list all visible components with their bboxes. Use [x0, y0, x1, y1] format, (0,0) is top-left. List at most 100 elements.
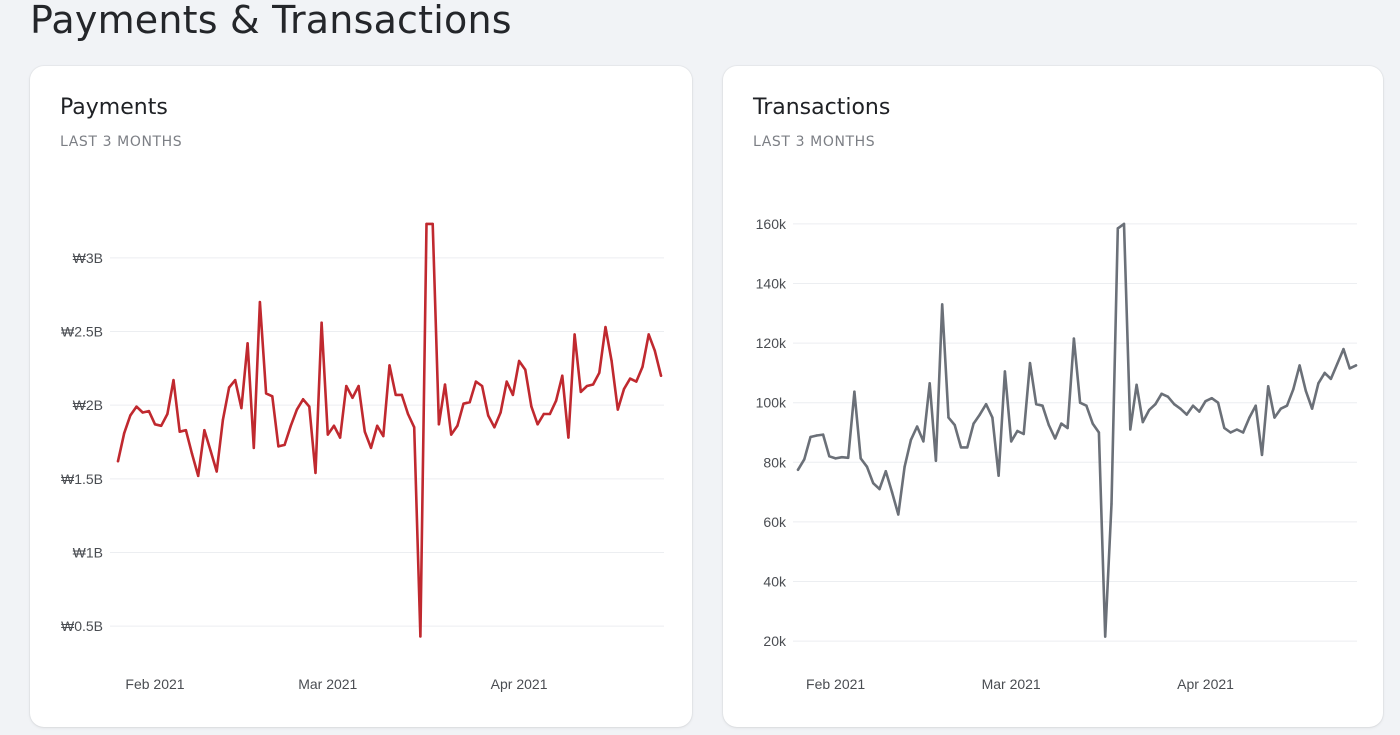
payments-data-point — [382, 434, 385, 438]
payments-x-tick-label: Mar 2021 — [298, 676, 357, 692]
transactions-data-point — [1254, 404, 1257, 407]
transactions-data-point — [840, 456, 844, 459]
transactions-data-point — [941, 303, 944, 306]
transactions-data-point — [1104, 635, 1107, 638]
payments-data-point — [499, 411, 502, 414]
payments-data-point — [338, 436, 342, 439]
transactions-data-point — [809, 435, 812, 439]
transactions-data-point — [959, 446, 963, 449]
transactions-data-point — [834, 457, 837, 460]
payments-data-point — [221, 418, 225, 422]
transactions-data-point — [878, 487, 881, 491]
payments-data-point — [135, 405, 138, 408]
transactions-data-point — [922, 440, 925, 443]
transactions-data-point — [1292, 388, 1295, 391]
transactions-data-point — [803, 458, 806, 461]
payments-data-point — [258, 300, 262, 304]
payments-data-point — [635, 380, 638, 383]
transactions-data-point — [1110, 502, 1113, 506]
payments-data-point — [332, 424, 336, 427]
transactions-data-point — [1335, 362, 1339, 366]
transactions-data-point — [890, 490, 894, 494]
transactions-data-point — [1260, 453, 1264, 457]
payments-data-point — [573, 333, 576, 336]
payments-data-point — [246, 342, 249, 345]
transactions-data-point — [1066, 426, 1069, 430]
payments-data-point — [591, 383, 595, 386]
payments-data-point — [141, 411, 144, 414]
transactions-data-point — [1298, 364, 1301, 367]
payments-data-point — [431, 222, 434, 226]
payments-data-point — [320, 321, 323, 324]
transactions-y-tick-label: 80k — [763, 454, 787, 470]
transactions-data-point — [1348, 367, 1351, 370]
transactions-data-point — [984, 402, 988, 406]
transactions-data-point — [1091, 422, 1094, 425]
transactions-data-point — [1198, 410, 1201, 413]
transactions-data-point — [1053, 437, 1057, 440]
payments-data-point — [542, 412, 545, 416]
payments-data-point — [375, 424, 379, 427]
payments-data-point — [190, 452, 194, 455]
transactions-data-point — [972, 422, 975, 425]
transactions-data-point — [966, 446, 969, 449]
payments-data-point — [554, 399, 558, 402]
payments-data-point — [412, 426, 416, 429]
payments-data-point — [653, 349, 657, 352]
transactions-data-point — [1210, 397, 1213, 400]
payments-data-point — [234, 378, 237, 382]
payments-data-point — [301, 398, 305, 401]
transactions-data-point — [991, 416, 994, 419]
transactions-data-point — [903, 465, 906, 468]
transactions-data-point — [897, 513, 900, 516]
payments-x-tick-label: Feb 2021 — [125, 676, 184, 692]
payments-card: Payments LAST 3 MONTHS ₩0.5B ₩1B ₩1.5B ₩2B ₩… — [30, 66, 692, 727]
payments-data-point — [622, 387, 626, 391]
payments-data-point — [369, 446, 373, 450]
payments-data-point — [345, 384, 348, 388]
payments-data-point — [406, 412, 410, 416]
transactions-data-point — [934, 459, 938, 463]
payments-data-point — [561, 374, 564, 377]
transactions-data-point — [997, 474, 1000, 477]
transactions-y-tick-label: 160k — [756, 216, 787, 232]
payments-data-point — [172, 378, 175, 382]
transactions-data-point — [1047, 423, 1050, 427]
payments-data-point — [536, 423, 539, 426]
transactions-data-point — [1085, 404, 1088, 407]
payments-data-point — [511, 393, 515, 397]
payments-data-point — [659, 374, 663, 377]
payments-data-point — [462, 402, 465, 405]
transactions-data-point — [1304, 389, 1308, 392]
transactions-data-point — [1097, 431, 1101, 434]
transactions-data-point — [953, 423, 956, 427]
payments-x-tick-label: Apr 2021 — [491, 676, 548, 692]
payments-data-point — [283, 443, 286, 447]
payments-data-point — [474, 380, 478, 383]
transactions-data-point — [821, 433, 825, 436]
transactions-data-point — [872, 481, 875, 485]
transactions-data-point — [915, 425, 919, 428]
transactions-data-point — [853, 390, 856, 393]
payments-data-point — [363, 430, 367, 433]
payments-data-point — [480, 384, 484, 388]
transactions-y-tick-label: 140k — [756, 276, 787, 292]
transactions-data-point — [1141, 420, 1145, 424]
transactions-data-point — [1116, 227, 1119, 230]
payments-data-point — [394, 393, 397, 397]
transactions-data-point — [1342, 347, 1345, 351]
transactions-data-point — [1235, 428, 1239, 431]
transactions-data-point — [978, 413, 982, 416]
payments-y-tick-label: ₩3B — [73, 250, 103, 266]
payments-y-tick-label: ₩1B — [73, 545, 103, 561]
payments-data-point — [271, 395, 274, 398]
transactions-data-point — [1009, 440, 1013, 443]
transactions-data-point — [1041, 404, 1044, 407]
transactions-data-point — [815, 434, 819, 437]
payments-data-point — [240, 406, 243, 410]
transactions-chart: 20k 40k 60k 80k 100k 120k 140k 160k Feb 2021 Mar … — [756, 216, 1358, 692]
payments-data-point — [166, 412, 169, 416]
transactions-data-point — [1204, 400, 1207, 403]
transactions-data-point — [828, 455, 831, 458]
payments-data-point — [264, 392, 268, 395]
